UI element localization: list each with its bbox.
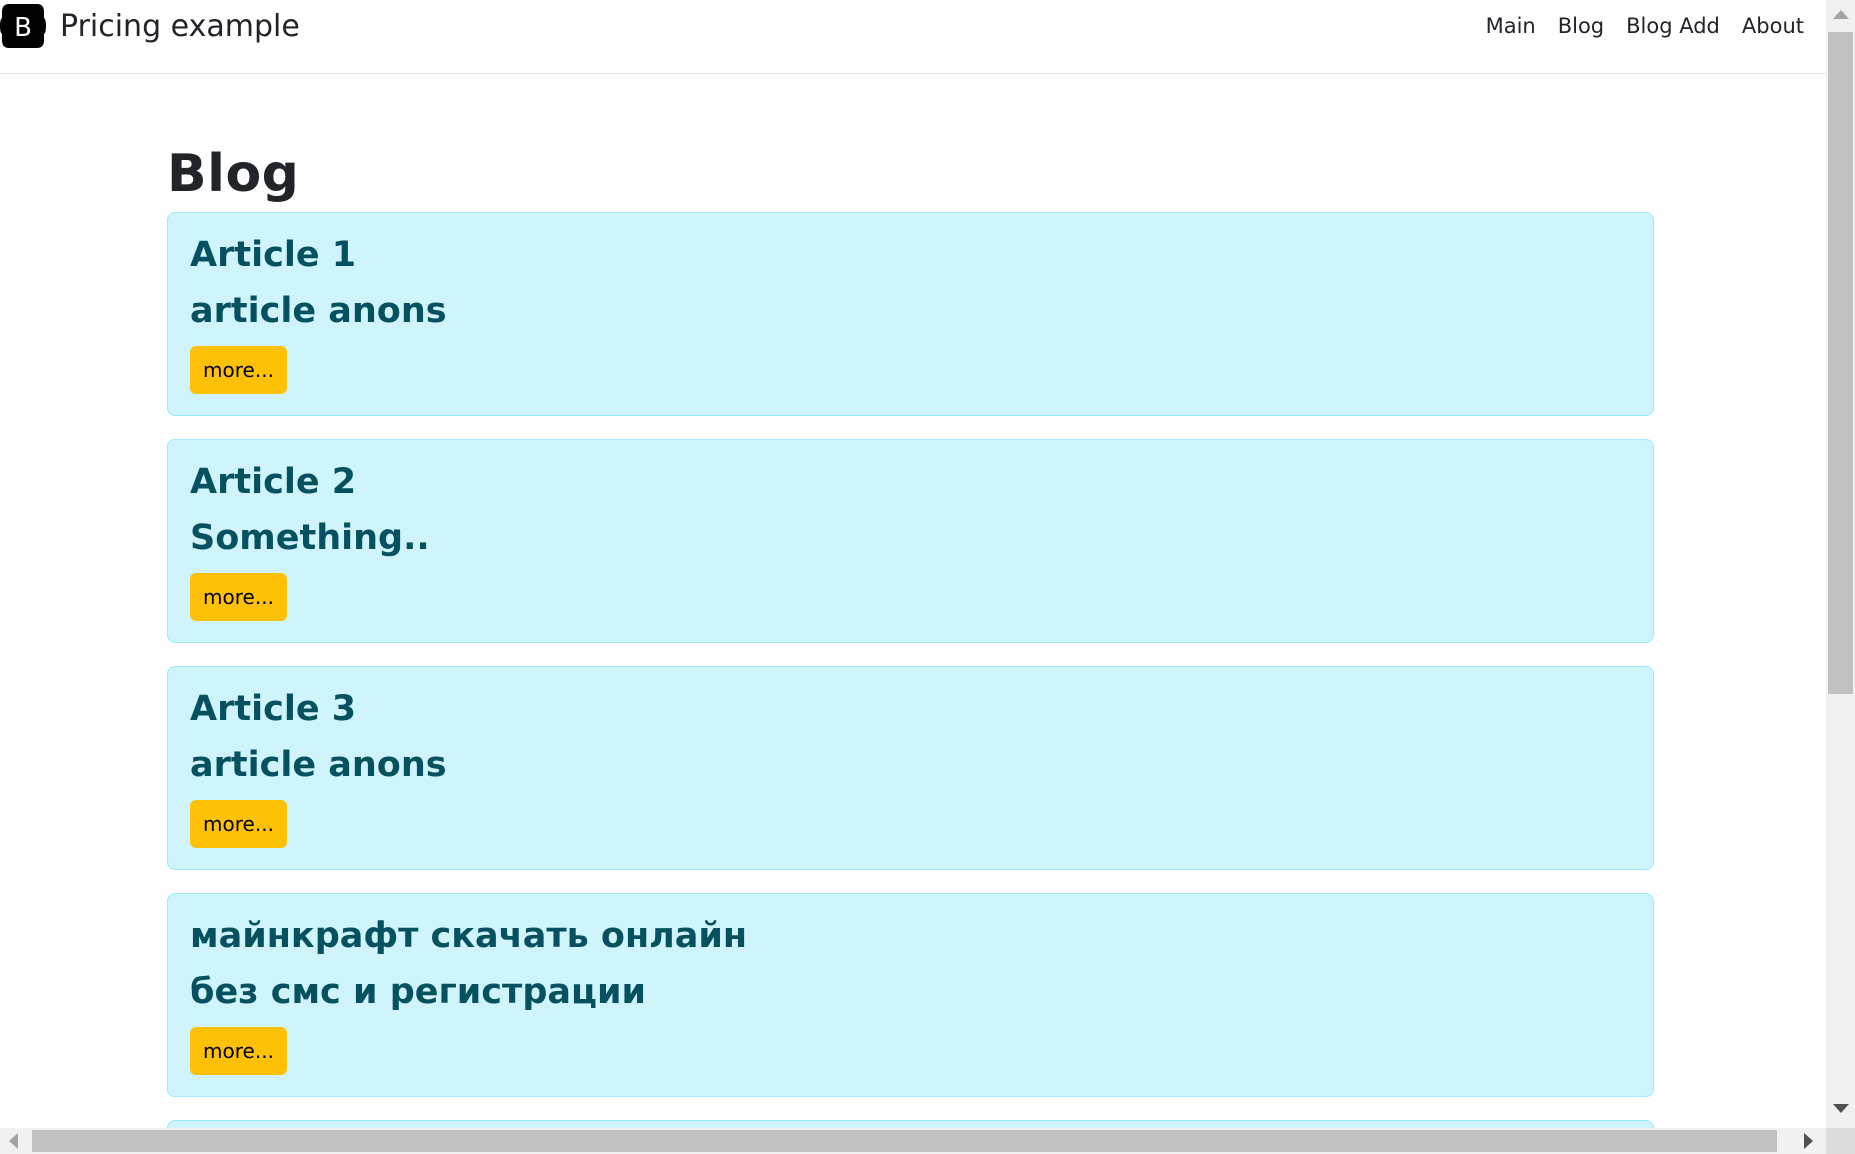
page-title: Blog (167, 144, 300, 204)
svg-text:B: B (14, 13, 32, 43)
vertical-scrollbar-thumb[interactable] (1828, 32, 1853, 694)
main-content: Blog Article 1 article anons more... Art… (167, 138, 1656, 1128)
article-title: майнкрафт скачать онлайн (190, 916, 748, 956)
navbar: B Pricing example Main Blog Blog Add Abo… (0, 0, 1826, 74)
brand-link[interactable]: B Pricing example (0, 2, 300, 50)
article-anons: без смс и регистрации (190, 972, 646, 1012)
article-title: Article 1 (190, 235, 357, 275)
scroll-down-arrow-icon[interactable] (1833, 1104, 1849, 1113)
scroll-up-arrow-icon[interactable] (1833, 10, 1849, 19)
horizontal-scrollbar[interactable] (0, 1128, 1826, 1154)
nav-link-blog[interactable]: Blog (1547, 12, 1615, 40)
page-viewport: B Pricing example Main Blog Blog Add Abo… (0, 0, 1826, 1128)
vertical-scrollbar[interactable] (1826, 0, 1855, 1128)
article-anons: article anons (190, 291, 447, 331)
scrollbar-corner (1826, 1128, 1855, 1154)
article-title: Article 2 (190, 462, 357, 502)
bootstrap-logo-icon: B (0, 4, 46, 48)
article-card-partial (167, 1120, 1654, 1128)
scroll-left-arrow-icon[interactable] (9, 1133, 18, 1149)
more-button[interactable]: more... (190, 573, 287, 621)
brand-text: Pricing example (60, 8, 300, 44)
article-title: Article 3 (190, 689, 357, 729)
scroll-right-arrow-icon[interactable] (1804, 1133, 1813, 1149)
more-button[interactable]: more... (190, 1027, 287, 1075)
more-button[interactable]: more... (190, 346, 287, 394)
more-button[interactable]: more... (190, 800, 287, 848)
article-card: Article 1 article anons more... (167, 212, 1654, 416)
nav-link-about[interactable]: About (1731, 12, 1804, 40)
article-card: майнкрафт скачать онлайн без смс и регис… (167, 893, 1654, 1097)
article-card: Article 2 Something.. more... (167, 439, 1654, 643)
article-anons: Something.. (190, 518, 430, 558)
nav-link-blog-add[interactable]: Blog Add (1615, 12, 1731, 40)
horizontal-scrollbar-thumb[interactable] (32, 1130, 1777, 1152)
article-anons: article anons (190, 745, 447, 785)
nav-link-main[interactable]: Main (1475, 12, 1547, 40)
article-card: Article 3 article anons more... (167, 666, 1654, 870)
main-nav: Main Blog Blog Add About (1475, 12, 1804, 40)
